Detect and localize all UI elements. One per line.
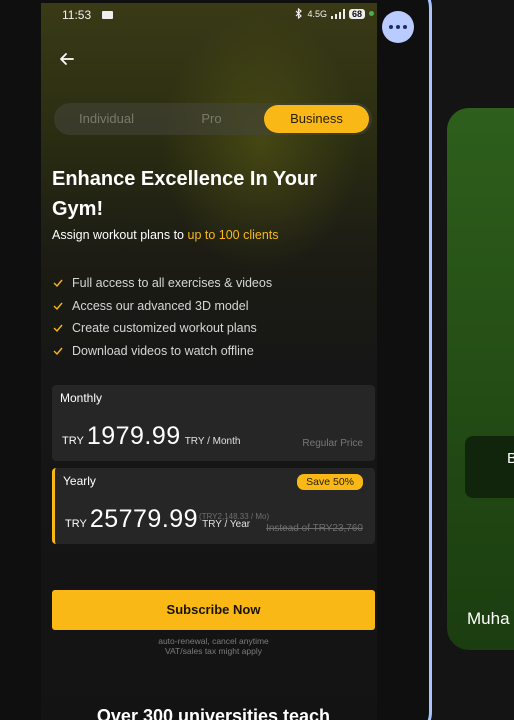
plan-name: Monthly xyxy=(60,391,103,405)
feature-label: Full access to all exercises & videos xyxy=(72,276,273,291)
section-heading: Over 300 universities teach xyxy=(96,706,331,720)
adjacent-card-button[interactable]: B xyxy=(465,436,514,498)
price-period: TRY / Year xyxy=(202,519,251,530)
fine-print-line: auto-renewal, cancel anytime xyxy=(158,636,269,646)
feature-label: Download videos to watch offline xyxy=(72,343,254,358)
arrow-left-icon[interactable] xyxy=(58,50,76,68)
feature-item: Download videos to watch offline xyxy=(52,340,272,363)
subscribe-button[interactable]: Subscribe Now xyxy=(52,590,375,630)
check-icon xyxy=(53,324,63,333)
adjacent-card-name: Muha xyxy=(467,609,510,628)
privacy-dot-icon xyxy=(369,11,374,16)
battery-indicator: 68 xyxy=(348,8,365,19)
fine-print: auto-renewal, cancel anytime VAT/sales t… xyxy=(52,636,375,656)
monthly-plan-card[interactable]: Monthly TRY 1979.99 TRY / Month Regular … xyxy=(52,385,375,461)
price-amount: 1979.99 xyxy=(86,422,181,450)
bluetooth-icon xyxy=(296,8,303,19)
price-period: TRY / Month xyxy=(184,436,241,447)
feature-list: Full access to all exercises & videos Ac… xyxy=(52,272,272,362)
feature-item: Access our advanced 3D model xyxy=(52,295,272,318)
status-bar: 11:53 4.5G 68 xyxy=(62,8,382,26)
camera-icon xyxy=(102,11,113,19)
status-time: 11:53 xyxy=(62,8,92,22)
price-row: TRY 25779.99 TRY / Year xyxy=(65,505,250,534)
yearly-plan-card[interactable]: Yearly Save 50% (TRY2,148.33 / Mo) TRY 2… xyxy=(52,468,375,544)
more-dots-icon[interactable] xyxy=(382,11,414,43)
subtitle-highlight: up to 100 clients xyxy=(187,228,279,242)
feature-item: Full access to all exercises & videos xyxy=(52,272,272,295)
price-amount: 25779.99 xyxy=(89,505,199,533)
subtitle-prefix: Assign workout plans to xyxy=(52,228,188,242)
regular-price-note: Regular Price xyxy=(302,438,363,449)
currency: TRY xyxy=(65,518,87,530)
plan-subtitle: Assign workout plans to up to 100 client… xyxy=(52,228,279,242)
fine-print-line: VAT/sales tax might apply xyxy=(164,646,262,656)
plan-tabs: Individual Pro Business xyxy=(54,103,372,135)
tab-individual[interactable]: Individual xyxy=(54,105,159,133)
dot xyxy=(396,25,400,29)
feature-item: Create customized workout plans xyxy=(52,317,272,340)
feature-label: Access our advanced 3D model xyxy=(72,298,249,313)
check-icon xyxy=(53,302,63,310)
currency: TRY xyxy=(62,435,84,447)
check-icon xyxy=(53,347,63,355)
signal-icon xyxy=(330,8,345,19)
plan-name: Yearly xyxy=(63,474,96,488)
network-label: 4.5G xyxy=(307,8,327,19)
tab-pro[interactable]: Pro xyxy=(159,105,264,133)
original-price: Instead of TRY23,760 xyxy=(266,523,363,534)
check-icon xyxy=(53,279,63,288)
page-title: Enhance Excellence In Your Gym! xyxy=(52,168,317,220)
feature-label: Create customized workout plans xyxy=(72,321,257,336)
status-icons: 4.5G 68 xyxy=(295,8,374,19)
adjacent-app-card[interactable] xyxy=(447,108,514,650)
dot xyxy=(389,25,393,29)
price-row: TRY 1979.99 TRY / Month xyxy=(62,422,240,451)
save-badge: Save 50% xyxy=(297,474,363,490)
tab-business[interactable]: Business xyxy=(264,105,369,133)
dot xyxy=(403,25,407,29)
